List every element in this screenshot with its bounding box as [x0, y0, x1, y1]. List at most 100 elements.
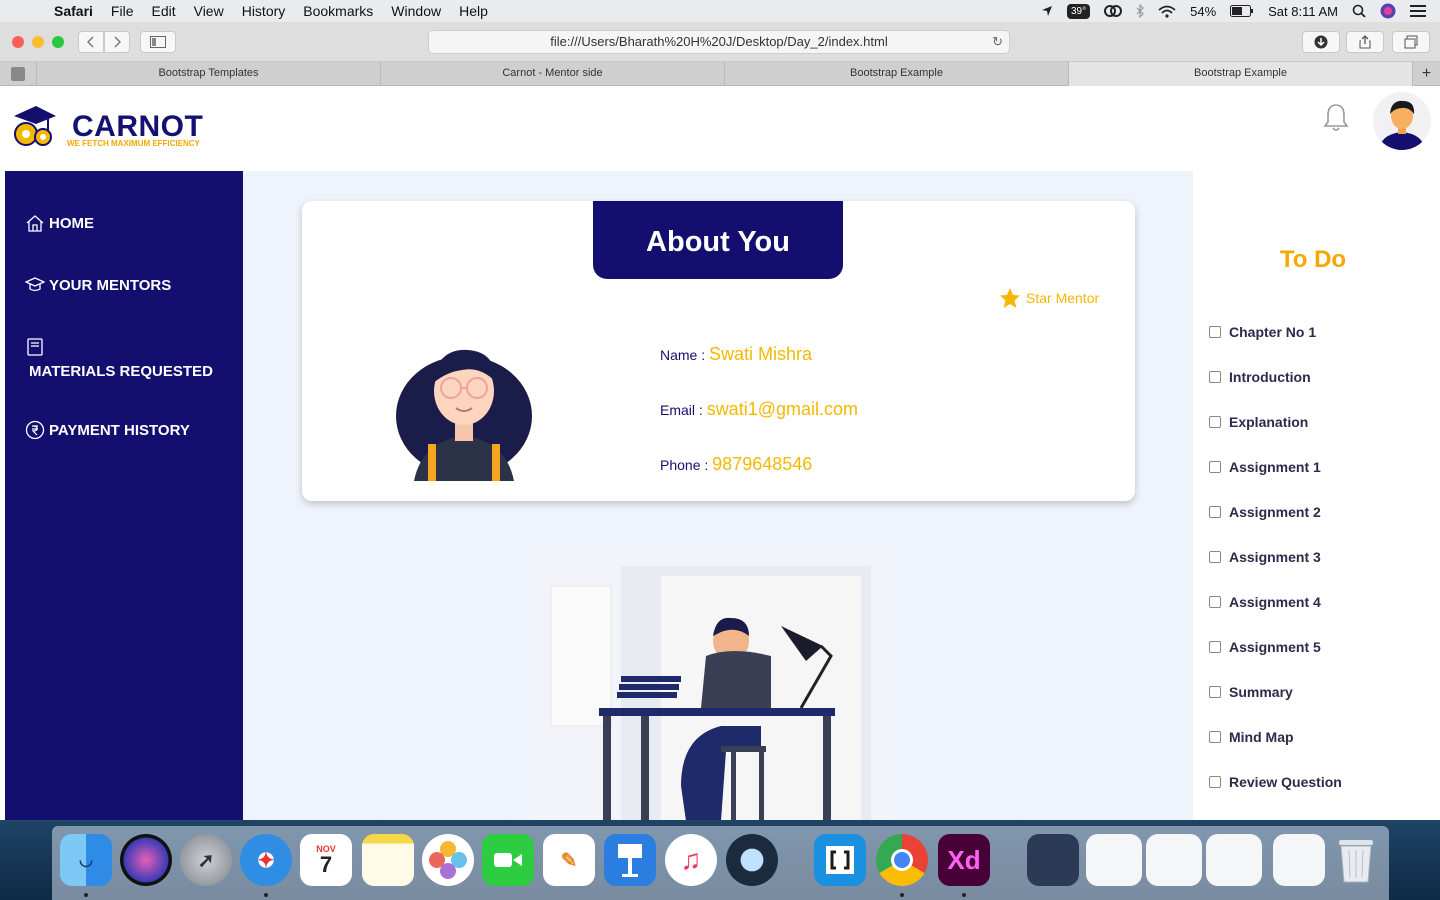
- sidebar-item-materials-requested[interactable]: MATERIALS REQUESTED: [25, 337, 213, 380]
- screenshot-thumbnail-icon-2[interactable]: [1146, 834, 1202, 886]
- notification-bell-icon[interactable]: [1322, 102, 1350, 132]
- trash-icon[interactable]: [1330, 834, 1382, 886]
- todo-item-assignment-2[interactable]: Assignment 2: [1209, 504, 1321, 520]
- quicktime-icon[interactable]: [726, 834, 778, 886]
- notes-icon[interactable]: [362, 834, 414, 886]
- checkbox[interactable]: [1209, 686, 1221, 698]
- checkbox[interactable]: [1209, 731, 1221, 743]
- pages-icon[interactable]: ✎: [543, 834, 595, 886]
- name-value: Swati Mishra: [709, 344, 813, 364]
- email-label: Email :: [660, 402, 703, 418]
- todo-item-label: Assignment 4: [1229, 594, 1321, 610]
- document-thumbnail-icon[interactable]: [1273, 834, 1325, 886]
- user-avatar[interactable]: [1373, 92, 1431, 150]
- tab-bootstrap-example[interactable]: Bootstrap Example: [724, 62, 1068, 86]
- tab-bootstrap-templates[interactable]: Bootstrap Templates: [36, 62, 380, 86]
- checkbox[interactable]: [1209, 371, 1221, 383]
- siri-dock-icon[interactable]: [120, 834, 172, 886]
- todo-item-assignment-1[interactable]: Assignment 1: [1209, 459, 1321, 475]
- music-note-icon[interactable]: ♫: [665, 834, 717, 886]
- finder-icon[interactable]: ◡: [60, 834, 112, 886]
- back-button[interactable]: [78, 31, 104, 53]
- notification-center-icon[interactable]: [1410, 5, 1426, 17]
- checkbox[interactable]: [1209, 326, 1221, 338]
- menu-help[interactable]: Help: [459, 3, 488, 19]
- safari-compass-icon[interactable]: ✦: [240, 834, 292, 886]
- downloads-button[interactable]: [1302, 31, 1340, 53]
- facetime-camera-icon: [494, 853, 522, 867]
- clock[interactable]: Sat 8:11 AM: [1268, 4, 1338, 19]
- menu-app-name[interactable]: Safari: [54, 3, 93, 19]
- checkbox[interactable]: [1209, 416, 1221, 428]
- movie-poster-thumbnail-icon[interactable]: [1027, 834, 1079, 886]
- launchpad-rocket-icon[interactable]: ➚: [180, 834, 232, 886]
- wifi-icon[interactable]: [1158, 5, 1176, 18]
- tab-carnot-mentor-side[interactable]: Carnot - Mentor side: [380, 62, 724, 86]
- todo-item-label: Review Question: [1229, 774, 1342, 790]
- card-title: About You: [593, 201, 843, 279]
- zoom-window-button[interactable]: [52, 36, 64, 48]
- checkbox[interactable]: [1209, 776, 1221, 788]
- checkbox[interactable]: [1209, 641, 1221, 653]
- todo-item-review-question[interactable]: Review Question: [1209, 774, 1342, 790]
- share-button[interactable]: [1346, 31, 1384, 53]
- url-text: file:///Users/Bharath%20H%20J/Desktop/Da…: [550, 34, 888, 49]
- forward-button[interactable]: [104, 31, 130, 53]
- creative-cloud-icon[interactable]: [1104, 5, 1123, 17]
- brackets-editor-icon[interactable]: [814, 834, 866, 886]
- carnot-logo-icon[interactable]: [10, 102, 60, 150]
- menu-bookmarks[interactable]: Bookmarks: [303, 3, 373, 19]
- checkbox[interactable]: [1209, 596, 1221, 608]
- status-area: 39° 54% Sat 8:11 AM: [1041, 0, 1426, 22]
- sidebar-item-home[interactable]: HOME: [25, 213, 94, 233]
- todo-item-label: Assignment 2: [1229, 504, 1321, 520]
- calendar-icon[interactable]: NOV 7: [300, 834, 352, 886]
- todo-item-chapter-no-1[interactable]: Chapter No 1: [1209, 324, 1316, 340]
- menu-window[interactable]: Window: [391, 3, 441, 19]
- keynote-icon[interactable]: [604, 834, 656, 886]
- new-tab-button[interactable]: +: [1412, 62, 1440, 86]
- close-window-button[interactable]: [12, 36, 24, 48]
- reload-icon[interactable]: ↻: [992, 31, 1003, 53]
- battery-icon[interactable]: [1230, 5, 1254, 17]
- chrome-icon[interactable]: [876, 834, 928, 886]
- todo-item-assignment-3[interactable]: Assignment 3: [1209, 549, 1321, 565]
- adobe-xd-icon[interactable]: Xd: [938, 834, 990, 886]
- sidebar-item-label: PAYMENT HISTORY: [49, 421, 190, 439]
- sidebar-toggle-button[interactable]: [140, 31, 176, 53]
- screenshot-thumbnail-icon-3[interactable]: [1206, 834, 1262, 886]
- bluetooth-icon[interactable]: [1136, 4, 1144, 18]
- tab-bar: Bootstrap Templates Carnot - Mentor side…: [0, 62, 1440, 86]
- minimize-window-button[interactable]: [32, 36, 44, 48]
- todo-item-assignment-4[interactable]: Assignment 4: [1209, 594, 1321, 610]
- checkbox[interactable]: [1209, 461, 1221, 473]
- spotlight-search-icon[interactable]: [1352, 4, 1366, 18]
- tab-bootstrap-example-active[interactable]: Bootstrap Example: [1068, 62, 1412, 86]
- menu-history[interactable]: History: [242, 3, 286, 19]
- photos-flower-icon: [429, 841, 467, 879]
- menu-view[interactable]: View: [194, 3, 224, 19]
- todo-item-explanation[interactable]: Explanation: [1209, 414, 1308, 430]
- photos-icon[interactable]: [422, 834, 474, 886]
- tab-overview-button[interactable]: [1392, 31, 1430, 53]
- address-bar[interactable]: file:///Users/Bharath%20H%20J/Desktop/Da…: [428, 30, 1010, 54]
- todo-panel: To Do Chapter No 1 Introduction Explanat…: [1193, 171, 1440, 820]
- todo-item-introduction[interactable]: Introduction: [1209, 369, 1311, 385]
- todo-item-summary[interactable]: Summary: [1209, 684, 1293, 700]
- screenshot-thumbnail-icon[interactable]: [1086, 834, 1142, 886]
- todo-item-assignment-5[interactable]: Assignment 5: [1209, 639, 1321, 655]
- todo-item-label: Introduction: [1229, 369, 1311, 385]
- rupee-icon: [25, 420, 45, 440]
- todo-item-mind-map[interactable]: Mind Map: [1209, 729, 1294, 745]
- chevron-left-icon: [87, 36, 94, 48]
- checkbox[interactable]: [1209, 551, 1221, 563]
- pinned-tab[interactable]: [0, 62, 36, 86]
- checkbox[interactable]: [1209, 506, 1221, 518]
- facetime-icon[interactable]: [482, 834, 534, 886]
- temperature-badge[interactable]: 39°: [1066, 3, 1091, 19]
- siri-icon[interactable]: [1380, 3, 1396, 19]
- sidebar-item-your-mentors[interactable]: YOUR MENTORS: [25, 275, 171, 295]
- menu-edit[interactable]: Edit: [151, 3, 175, 19]
- sidebar-item-payment-history[interactable]: PAYMENT HISTORY: [25, 420, 190, 440]
- menu-file[interactable]: File: [111, 3, 134, 19]
